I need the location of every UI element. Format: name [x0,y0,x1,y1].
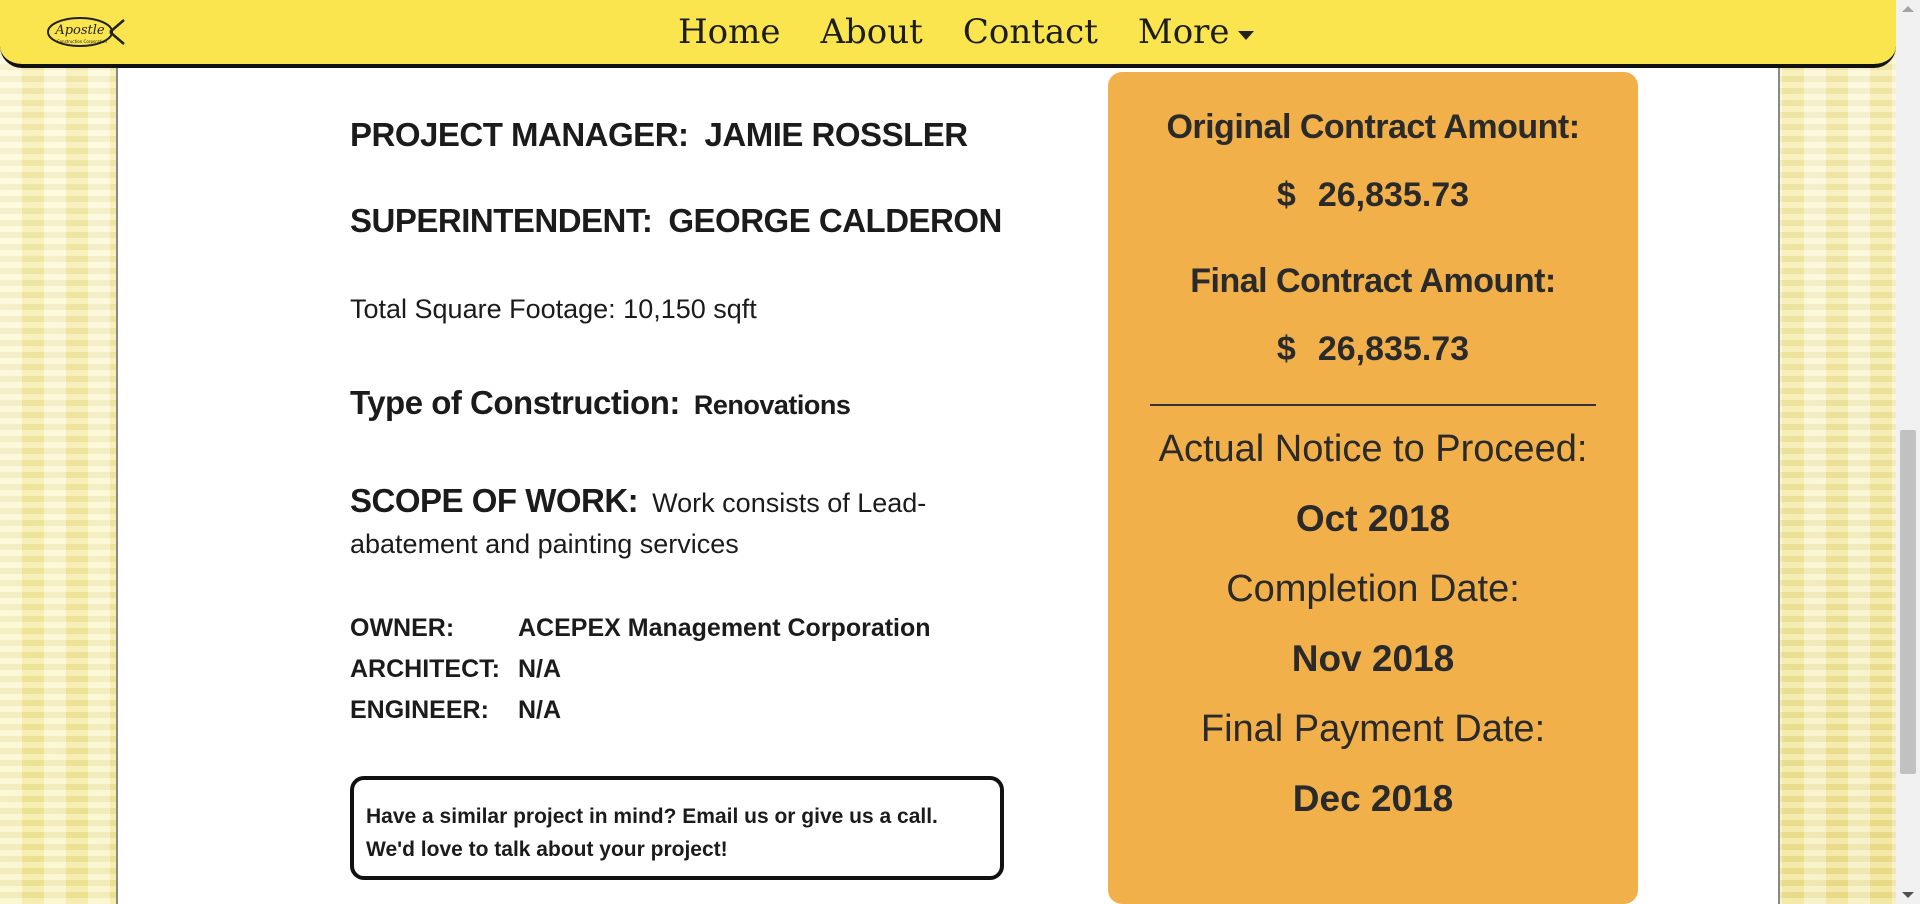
owner-row: OWNER: ACEPEX Management Corporation [350,608,931,649]
nav-home[interactable]: Home [678,12,780,52]
nav-more-label: More [1137,12,1230,52]
scrollbar-thumb[interactable] [1900,430,1916,774]
final-contract-label: Final Contract Amount: [1190,262,1556,300]
nav-about[interactable]: About [820,12,922,52]
original-contract-amount: $26,835.73 [1108,176,1638,215]
final-payment-label: Final Payment Date: [1200,708,1546,750]
notice-to-proceed-label: Actual Notice to Proceed: [1158,428,1588,470]
original-contract-label: Original Contract Amount: [1166,108,1580,146]
superintendent-value: GEORGE CALDERON [668,202,1002,239]
nav-more-dropdown[interactable]: More [1138,12,1254,52]
architect-row: ARCHITECT: N/A [350,649,931,690]
final-currency: $ [1276,330,1296,368]
final-contract-amount: $26,835.73 [1108,330,1638,369]
original-amount-value: 26,835.73 [1317,176,1470,214]
nav-contact[interactable]: Contact [963,12,1098,52]
engineer-label: ENGINEER: [350,696,489,724]
project-manager-row: PROJECT MANAGER: JAMIE ROSSLER [350,116,968,154]
notice-to-proceed-value: Oct 2018 [1295,498,1451,539]
caret-down-icon [1237,30,1254,40]
scroll-up-icon[interactable] [1902,6,1914,12]
completion-date-value: Nov 2018 [1291,638,1455,679]
owner-label: OWNER: [350,614,455,642]
top-navbar: Apostle Construction Corporation Home Ab… [0,0,1896,68]
original-currency: $ [1276,176,1296,214]
svg-text:Construction Corporation: Construction Corporation [57,39,108,44]
superintendent-row: SUPERINTENDENT: GEORGE CALDERON [350,202,1002,240]
project-manager-value: JAMIE ROSSLER [704,116,969,153]
scope-of-work: SCOPE OF WORK: Work consists of Lead-abat… [350,480,950,565]
final-payment-value: Dec 2018 [1292,778,1454,819]
scroll-down-icon[interactable] [1902,892,1914,898]
completion-date-label: Completion Date: [1226,568,1520,610]
engineer-row: ENGINEER: N/A [350,690,931,731]
summary-divider [1108,404,1638,406]
scope-label: SCOPE OF WORK: [350,482,639,519]
engineer-value: N/A [518,696,562,724]
contract-summary: Original Contract Amount: $26,835.73 Fin… [1108,72,1638,904]
page-scrollbar[interactable] [1896,0,1920,904]
project-parties: OWNER: ACEPEX Management Corporation ARC… [350,608,931,731]
owner-value: ACEPEX Management Corporation [518,614,931,642]
construction-type-value: Renovations [693,390,851,420]
final-amount-value: 26,835.73 [1317,330,1470,368]
nav-links: Home About Contact More [678,12,1254,52]
svg-text:Apostle: Apostle [54,23,105,38]
architect-label: ARCHITECT: [350,655,500,683]
construction-type-label: Type of Construction: [350,384,680,421]
superintendent-label: SUPERINTENDENT: [350,202,653,239]
apostle-logo[interactable]: Apostle Construction Corporation [44,12,126,52]
construction-type-row: Type of Construction: Renovations [350,384,851,422]
architect-value: N/A [518,655,562,683]
square-footage: Total Square Footage: 10,150 sqft [350,294,757,324]
contact-callout: Have a similar project in mind? Email us… [350,776,1004,880]
project-manager-label: PROJECT MANAGER: [350,116,689,153]
